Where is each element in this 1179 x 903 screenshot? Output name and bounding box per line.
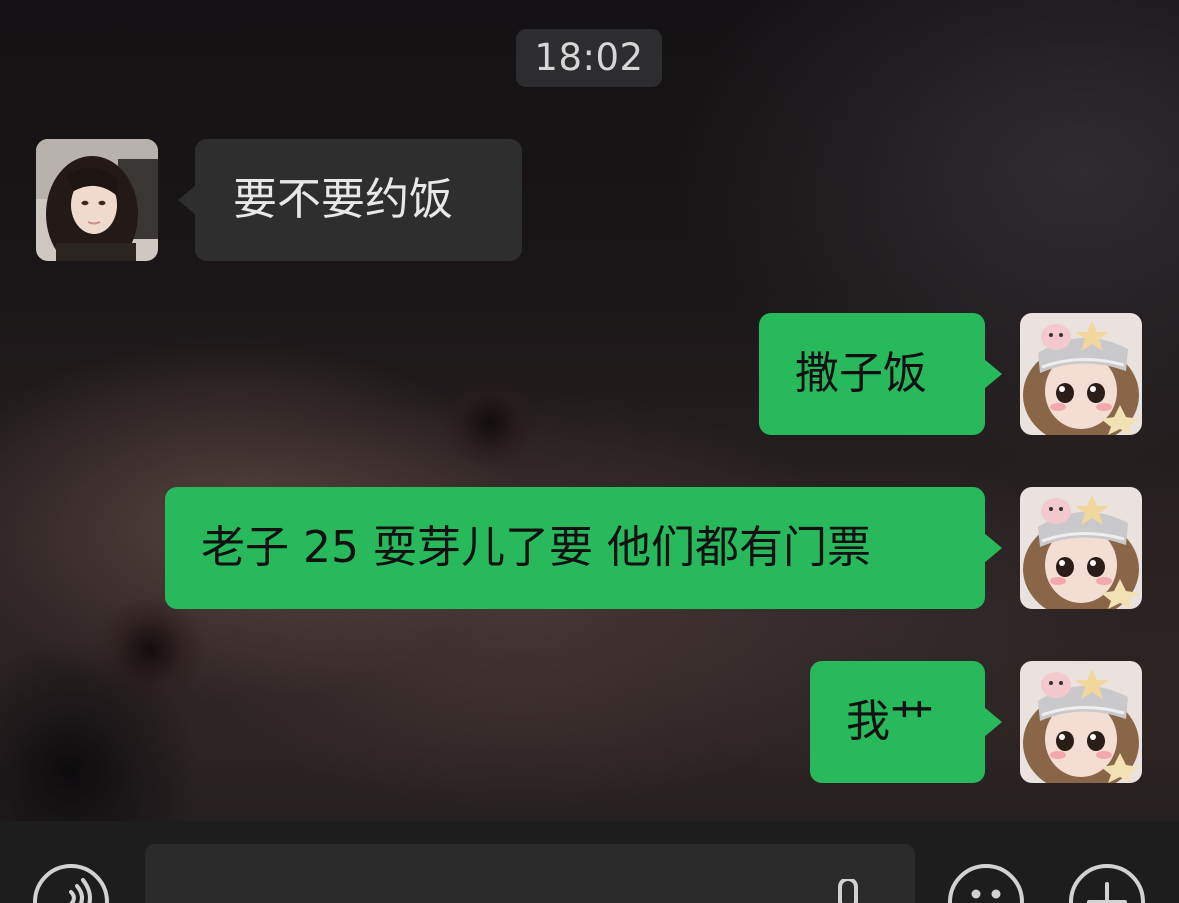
message-input[interactable]	[145, 844, 915, 903]
voice-toggle-icon	[69, 878, 92, 903]
emoji-icon	[971, 889, 1001, 899]
doll-avatar-image	[1020, 487, 1142, 609]
my-avatar[interactable]	[1020, 661, 1142, 783]
message-text: 要不要约饭	[233, 174, 453, 225]
background-photo-eye-lower	[90, 600, 210, 700]
outgoing-message-bubble[interactable]: 老子 25 耍芽儿了要 他们都有门票	[165, 487, 985, 609]
chat-screen: 18:02 要不要约饭 撒子饭 老子 25 耍芽儿了要 他们都有门票 我艹	[0, 0, 1179, 903]
outgoing-bubble-tail	[984, 707, 1002, 737]
message-text: 我艹	[846, 696, 934, 747]
more-options-button[interactable]	[1069, 864, 1145, 903]
outgoing-message-bubble[interactable]: 我艹	[810, 661, 985, 783]
incoming-message-bubble[interactable]: 要不要约饭	[195, 139, 522, 261]
doll-avatar-image	[1020, 313, 1142, 435]
voice-toggle-button[interactable]	[33, 864, 109, 903]
outgoing-message-bubble[interactable]: 撒子饭	[759, 313, 985, 435]
plus-icon	[1087, 882, 1127, 903]
my-avatar[interactable]	[1020, 487, 1142, 609]
incoming-bubble-tail	[178, 185, 196, 215]
emoji-button[interactable]	[948, 864, 1024, 903]
contact-avatar-photo	[36, 139, 158, 261]
background-photo-eye-left	[440, 380, 540, 465]
microphone-icon[interactable]	[830, 879, 866, 903]
outgoing-bubble-tail	[984, 359, 1002, 389]
contact-avatar[interactable]	[36, 139, 158, 261]
outgoing-bubble-tail	[984, 533, 1002, 563]
chat-input-bar	[0, 821, 1179, 903]
doll-avatar-image	[1020, 661, 1142, 783]
my-avatar[interactable]	[1020, 313, 1142, 435]
message-text: 撒子饭	[795, 348, 927, 399]
message-text: 老子 25 耍芽儿了要 他们都有门票	[201, 522, 871, 573]
message-timestamp: 18:02	[516, 29, 662, 87]
